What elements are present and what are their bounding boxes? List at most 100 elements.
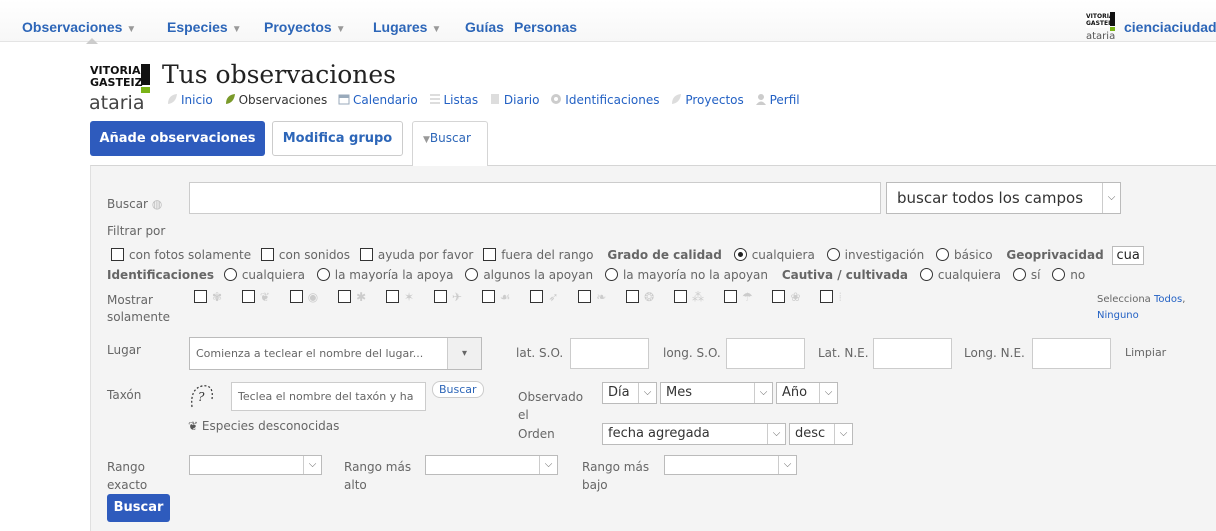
iconic-taxa-row: ✾ ❦ ◉ ✱ ✶ ✈ ☙ ➶ ❧ ❂ ⁂ ☂ ❀ ⁞ — [194, 290, 842, 304]
id-any[interactable]: cualquiera — [223, 268, 305, 282]
select-none-link[interactable]: Ninguno — [1097, 310, 1139, 321]
nav-observaciones[interactable]: Observaciones ▼ — [22, 19, 136, 35]
search-input[interactable] — [189, 182, 881, 214]
add-observations-button[interactable]: Añade observaciones — [90, 121, 265, 156]
order-direction-select[interactable]: desc ⌵ — [789, 423, 853, 445]
mammal-icon: ❂ — [644, 290, 655, 304]
search-scope-select[interactable]: buscar todos los campos ⌵ — [886, 182, 1121, 214]
subnav-identificaciones[interactable]: Identificaciones — [550, 93, 660, 107]
chevron-down-icon: ▼ — [231, 24, 242, 35]
chevron-down-icon: ⌵ — [638, 383, 656, 403]
rank-high-label: Rango más alto — [344, 460, 412, 492]
quality-basic[interactable]: básico — [936, 248, 993, 262]
taxon-filter-mollusks[interactable]: ◉ — [289, 290, 319, 304]
day-select[interactable]: Día ⌵ — [602, 382, 657, 404]
leaf-icon — [168, 94, 177, 104]
edit-group-button[interactable]: Modifica grupo — [272, 121, 403, 156]
tab-search[interactable]: ▼Buscar — [412, 121, 488, 166]
nav-proyectos[interactable]: Proyectos ▼ — [264, 19, 346, 35]
nav-especies[interactable]: Especies ▼ — [167, 19, 242, 35]
spider-icon: ✱ — [356, 290, 367, 304]
nav-lugares[interactable]: Lugares ▼ — [373, 19, 441, 35]
captive-yes[interactable]: sí — [1012, 268, 1040, 282]
filter-photos[interactable]: con fotos solamente — [111, 248, 251, 262]
id-majority-agree[interactable]: la mayoría la apoya — [316, 268, 453, 282]
rank-low-select[interactable]: ⌵ — [664, 455, 797, 475]
taxon-filter-arachnids[interactable]: ✱ — [338, 290, 366, 304]
id-some-agree[interactable]: algunos la apoyan — [465, 268, 593, 282]
ne-lng-input[interactable] — [1032, 338, 1111, 369]
reptile-icon: ❧ — [596, 290, 607, 304]
ne-lat-label: Lat. N.E. — [818, 346, 869, 360]
filter-help[interactable]: ayuda por favor — [359, 248, 473, 262]
taxon-label: Taxón — [107, 388, 142, 402]
filter-out-of-range[interactable]: fuera del rango — [483, 248, 594, 262]
taxon-filter-plants[interactable]: ❦ — [241, 290, 270, 304]
id-majority-disagree[interactable]: la mayoría no la apoyan — [604, 268, 768, 282]
chevron-down-icon: ⌵ — [303, 456, 321, 474]
identification-row: Identificaciones cualquiera la mayoría l… — [107, 268, 1085, 282]
rank-low-label: Rango más bajo — [582, 460, 650, 492]
filter-label: Filtrar por — [107, 224, 166, 238]
taxon-filter-plantae[interactable]: ❀ — [772, 290, 801, 304]
svg-text:ataria: ataria — [89, 92, 144, 112]
unknown-species-toggle[interactable]: ❦ Especies desconocidas — [188, 419, 339, 433]
page-title: Tus observaciones — [162, 60, 396, 89]
svg-text:VITORIA: VITORIA — [1086, 13, 1114, 20]
nav-personas[interactable]: Personas — [514, 19, 577, 35]
search-submit-button[interactable]: Buscar — [107, 494, 170, 522]
sw-lng-label: long. S.O. — [663, 346, 721, 360]
observation-icon — [225, 94, 235, 104]
taxon-filter-fish[interactable]: ✈ — [433, 290, 462, 304]
subnav-observaciones[interactable]: Observaciones — [224, 93, 327, 107]
subnav-inicio[interactable]: Inicio — [166, 93, 213, 107]
project-icon — [672, 94, 682, 104]
rank-exact-select[interactable]: ⌵ — [189, 455, 322, 475]
nav-guias[interactable]: Guías — [465, 19, 504, 35]
taxon-filter-birds[interactable]: ➶ — [530, 290, 558, 304]
subnav-proyectos[interactable]: Proyectos — [670, 93, 744, 107]
subnav-perfil[interactable]: Perfil — [755, 93, 800, 107]
geoprivacy-select[interactable]: cua — [1112, 246, 1144, 265]
taxon-filter-insects[interactable]: ✶ — [385, 290, 414, 304]
taxon-filter-reptiles[interactable]: ❧ — [578, 290, 606, 304]
user-icon — [755, 94, 766, 105]
quality-any[interactable]: cualquiera — [733, 248, 815, 262]
taxon-search-button[interactable]: Buscar — [432, 381, 484, 398]
list-icon — [429, 94, 440, 104]
mushroom-icon: ☂ — [741, 290, 753, 304]
taxon-filter-amphibians[interactable]: ☙ — [481, 290, 511, 304]
taxon-input[interactable]: Teclea el nombre del taxón y ha — [231, 382, 426, 411]
year-select[interactable]: Año ⌵ — [776, 382, 838, 404]
clear-bounds-link[interactable]: Limpiar — [1125, 346, 1166, 359]
place-input[interactable]: Comienza a teclear el nombre del lugar..… — [189, 337, 482, 370]
taxon-filter-fungi[interactable]: ☂ — [723, 290, 753, 304]
select-all-link[interactable]: Todos — [1154, 294, 1182, 305]
taxon-filter-mammals[interactable]: ❂ — [626, 290, 654, 304]
ne-lat-input[interactable] — [873, 338, 952, 369]
captive-label: Cautiva / cultivada — [781, 268, 909, 282]
taxon-filter-unknown[interactable]: ⁞ — [820, 290, 842, 304]
subnav-listas[interactable]: Listas — [429, 93, 478, 107]
sw-lng-input[interactable] — [726, 338, 805, 369]
taxon-filter-chromista[interactable]: ⁂ — [674, 290, 704, 304]
user-menu[interactable]: cienciaciudada — [1124, 19, 1216, 35]
captive-any[interactable]: cualquiera — [919, 268, 1001, 282]
filter-sounds[interactable]: con sonidos — [260, 248, 350, 262]
identification-icon — [551, 94, 562, 104]
subnav-diario[interactable]: Diario — [489, 93, 539, 107]
help-icon: ◍ — [151, 197, 163, 211]
rank-high-select[interactable]: ⌵ — [425, 455, 558, 475]
chevron-down-icon: ⌵ — [1102, 183, 1120, 213]
month-select[interactable]: Mes ⌵ — [660, 382, 773, 404]
quality-research[interactable]: investigación — [826, 248, 924, 262]
chevron-down-icon: ⌵ — [834, 424, 852, 444]
captive-no[interactable]: no — [1052, 268, 1085, 282]
taxon-filter-protozoa[interactable]: ✾ — [194, 290, 222, 304]
snail-icon: ◉ — [307, 290, 319, 304]
sw-lat-input[interactable] — [570, 338, 649, 369]
place-label: Lugar — [107, 343, 141, 357]
order-select[interactable]: fecha agregada ⌵ — [602, 423, 786, 445]
chevron-down-icon: ▾ — [447, 338, 481, 369]
subnav-calendario[interactable]: Calendario — [338, 93, 418, 107]
